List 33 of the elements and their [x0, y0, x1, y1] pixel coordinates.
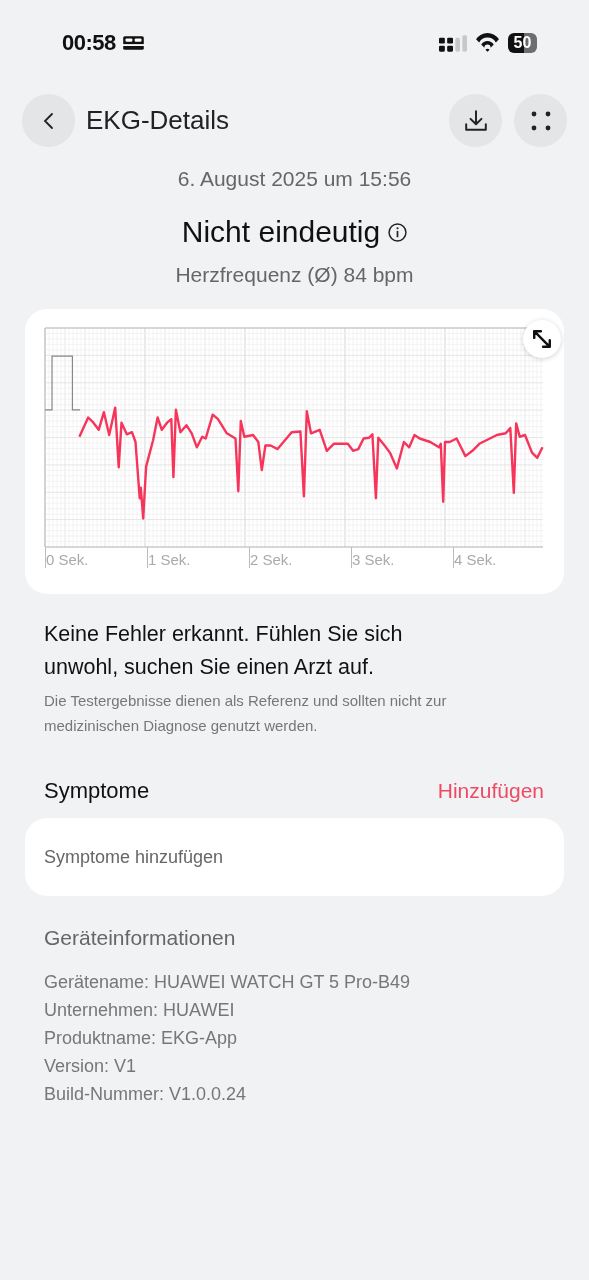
time-label: 3 Sek. — [351, 547, 453, 568]
time-label: 1 Sek. — [147, 547, 249, 568]
time-label: 2 Sek. — [249, 547, 351, 568]
time-label: 0 Sek. — [45, 547, 147, 568]
result-message: Keine Fehler erkannt. Fühlen Sie sich unwohl, suchen Sie einen Arzt auf. — [44, 621, 404, 681]
result-title: Nicht eindeutig — [181, 215, 381, 249]
section-title: Geräteinformationen — [44, 926, 237, 950]
page-title: EKG-Details — [86, 105, 230, 136]
add-link[interactable]: Hinzufügen — [437, 779, 544, 803]
info-icon[interactable] — [388, 222, 408, 242]
disclaimer-text: Die Testergebnisse dienen als Referenz und sollten nicht zur medizinischen Diagnose genutzt werden. — [44, 691, 448, 736]
wifi-icon — [475, 33, 500, 53]
dots-icon — [530, 110, 551, 131]
device-info-text: Version: V1 — [44, 1055, 138, 1078]
expand-icon — [532, 329, 552, 349]
bed-icon — [121, 35, 145, 51]
download-icon — [463, 109, 488, 132]
symptoms-field[interactable]: Symptome hinzufügen — [25, 818, 564, 896]
signal-icon — [439, 34, 467, 52]
device-info-text: Unternehmen: HUAWEI — [44, 999, 236, 1022]
device-info-text: Build-Nummer: V1.0.0.24 — [44, 1083, 248, 1106]
section-title: Symptome — [44, 778, 150, 804]
status-time: 00:58 — [62, 30, 116, 56]
time-label: 4 Sek. — [453, 547, 555, 568]
battery-indicator: 50 — [508, 33, 537, 53]
heart-rate: Herzfrequenz (Ø) 84 bpm — [174, 263, 415, 287]
download-button[interactable] — [449, 94, 502, 147]
device-info-text: Gerätename: HUAWEI WATCH GT 5 Pro-B49 — [44, 971, 412, 994]
more-button[interactable] — [514, 94, 567, 147]
expand-button[interactable] — [523, 320, 561, 358]
back-icon — [42, 111, 55, 130]
record-date: 6. August 2025 um 15:56 — [176, 167, 413, 191]
device-info-text: Produktname: EKG-App — [44, 1027, 239, 1050]
